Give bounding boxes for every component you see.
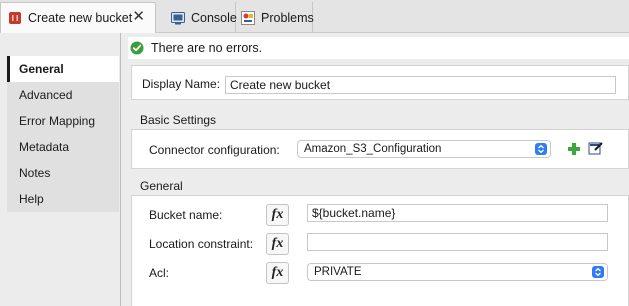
nav-item-help[interactable]: Help xyxy=(7,186,119,212)
tab-label: Create new bucket xyxy=(28,11,133,25)
fx-expression-button[interactable]: fx xyxy=(266,204,289,226)
connector-configuration-label: Connector configuration: xyxy=(149,143,280,157)
add-icon[interactable] xyxy=(566,141,582,157)
tab-label: Console xyxy=(191,10,237,25)
nav-item-general[interactable]: General xyxy=(7,56,119,82)
fx-expression-button[interactable]: fx xyxy=(266,262,289,284)
basic-settings-section: Connector configuration: Amazon_S3_Confi… xyxy=(131,129,629,169)
bucket-name-input[interactable] xyxy=(307,204,608,222)
validation-status: There are no errors. xyxy=(128,37,629,59)
tab-console[interactable]: Console xyxy=(164,2,237,33)
connector-configuration-select[interactable]: Amazon_S3_Configuration xyxy=(297,140,551,158)
editor-tab-bar: Create new bucket ✕ Console Problems xyxy=(0,0,629,33)
general-section: Bucket name: fx Location constraint: fx … xyxy=(131,195,629,306)
properties-nav: General Advanced Error Mapping Metadata … xyxy=(0,33,121,306)
edit-icon[interactable] xyxy=(588,140,604,156)
acl-select[interactable]: PRIVATE xyxy=(307,263,608,281)
console-icon xyxy=(171,11,185,25)
fx-expression-button[interactable]: fx xyxy=(266,233,289,255)
location-constraint-input[interactable] xyxy=(307,233,608,251)
general-title: General xyxy=(140,179,183,193)
acl-label: Acl: xyxy=(149,266,170,280)
problems-icon xyxy=(241,10,255,25)
close-icon[interactable]: ✕ xyxy=(132,9,145,25)
properties-panel: There are no errors. Display Name: Basic… xyxy=(128,33,629,306)
acl-value: PRIVATE xyxy=(314,266,362,278)
display-name-section: Display Name: xyxy=(131,65,629,100)
nav-item-metadata[interactable]: Metadata xyxy=(7,134,119,160)
display-name-input[interactable] xyxy=(225,76,616,94)
check-circle-icon xyxy=(130,41,144,55)
location-constraint-label: Location constraint: xyxy=(149,237,254,251)
mule-connector-icon xyxy=(8,11,22,25)
bucket-name-label: Bucket name: xyxy=(149,208,223,222)
basic-settings-title: Basic Settings xyxy=(140,113,217,127)
display-name-label: Display Name: xyxy=(142,77,221,91)
chevron-updown-icon xyxy=(535,143,547,155)
nav-item-error-mapping[interactable]: Error Mapping xyxy=(7,108,119,134)
status-text: There are no errors. xyxy=(151,41,263,55)
connector-configuration-value: Amazon_S3_Configuration xyxy=(304,143,442,155)
nav-item-advanced[interactable]: Advanced xyxy=(7,82,119,108)
tab-label: Problems xyxy=(261,10,314,25)
tab-problems[interactable]: Problems xyxy=(238,2,314,33)
tab-create-new-bucket[interactable]: Create new bucket ✕ xyxy=(0,2,156,33)
chevron-updown-icon xyxy=(592,266,604,278)
nav-item-notes[interactable]: Notes xyxy=(7,160,119,186)
